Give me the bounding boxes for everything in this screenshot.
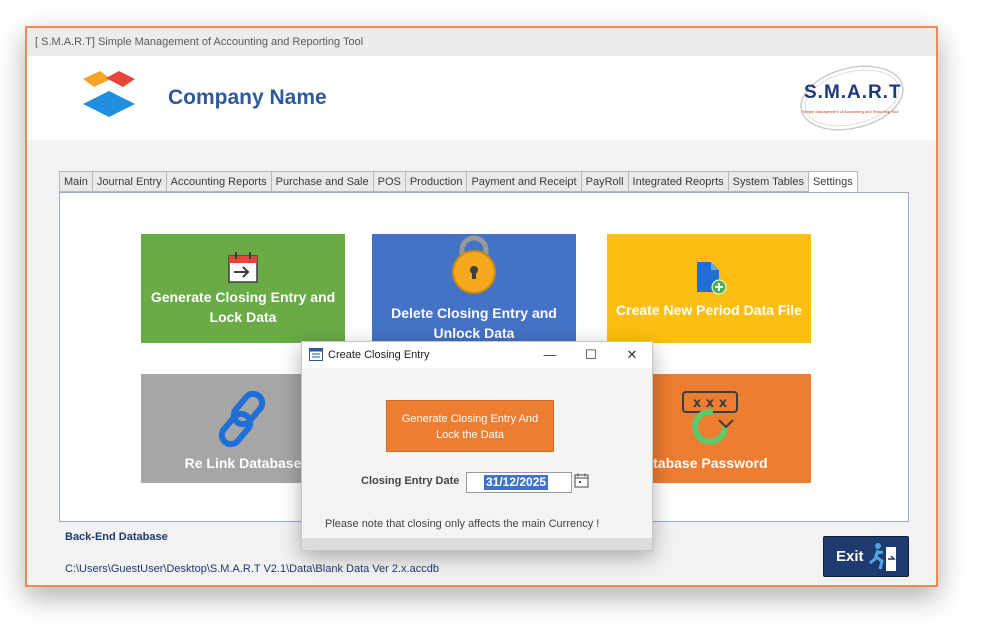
minimize-button[interactable]: — — [536, 344, 564, 366]
company-logo-icon — [83, 71, 135, 117]
tab-payroll[interactable]: PayRoll — [580, 171, 628, 192]
maximize-button[interactable]: ☐ — [577, 344, 605, 366]
generate-closing-entry-button[interactable]: Generate Closing Entry and Lock Data — [141, 234, 345, 343]
tile-label: Create New Period Data File — [616, 302, 802, 318]
date-picker-icon[interactable] — [574, 473, 589, 488]
tab-main[interactable]: Main — [59, 171, 92, 192]
exit-button[interactable]: Exit — [823, 536, 909, 577]
logo-subtext: Simple Management of Accounting and Repo… — [802, 109, 899, 114]
dialog-footer — [302, 538, 652, 550]
running-exit-icon — [869, 543, 896, 571]
tab-payment-and-receipt[interactable]: Payment and Receipt — [466, 171, 581, 192]
tab-bar: Main Journal Entry Accounting Reports Pu… — [59, 171, 858, 193]
button-label-line1: Generate Closing Entry And — [401, 413, 539, 425]
tile-label-line1: Delete Closing Entry and — [391, 305, 557, 321]
closing-date-label: Closing Entry Date — [361, 475, 460, 487]
unlock-padlock-icon — [452, 235, 496, 294]
dialog-title-bar: Create Closing Entry — ☐ ✕ — [302, 342, 652, 368]
closing-date-input[interactable]: 31/12/2025 — [466, 472, 572, 493]
tile-label-line2: Unlock Data — [433, 325, 515, 341]
form-icon — [309, 348, 323, 361]
tab-integrated-reports[interactable]: Integrated Reoprts — [627, 171, 728, 192]
tab-pos[interactable]: POS — [372, 171, 405, 192]
button-label-line2: Lock the Data — [436, 429, 504, 441]
close-button[interactable]: ✕ — [618, 344, 646, 366]
company-name: Company Name — [168, 86, 327, 109]
app-title: [ S.M.A.R.T] Simple Management of Accoun… — [35, 36, 364, 48]
generate-and-lock-button[interactable]: Generate Closing Entry And Lock the Data — [386, 400, 554, 452]
tab-journal-entry[interactable]: Journal Entry — [91, 171, 166, 192]
tile-label-line2: Lock Data — [209, 309, 277, 325]
tab-purchase-and-sale[interactable]: Purchase and Sale — [270, 171, 373, 192]
tab-system-tables[interactable]: System Tables — [727, 171, 808, 192]
document-plus-icon — [697, 262, 727, 295]
closing-date-value: 31/12/2025 — [484, 475, 549, 490]
smart-logo: S.M.A.R.T Simple Management of Accountin… — [796, 62, 908, 138]
header: Company Name S.M.A.R.T Simple Management… — [27, 56, 936, 140]
create-closing-entry-dialog: Create Closing Entry — ☐ ✕ Generate Clos… — [301, 341, 653, 551]
tab-accounting-reports[interactable]: Accounting Reports — [165, 171, 271, 192]
logo-text: S.M.A.R.T — [804, 82, 902, 103]
chain-link-icon — [218, 390, 266, 448]
dialog-title: Create Closing Entry — [328, 349, 430, 361]
tile-label-line1: Generate Closing Entry and — [150, 289, 336, 305]
backend-database-label: Back-End Database — [65, 531, 168, 543]
delete-closing-entry-button[interactable]: Delete Closing Entry and Unlock Data — [372, 234, 576, 343]
title-bar: [ S.M.A.R.T] Simple Management of Accoun… — [27, 28, 936, 56]
create-new-period-button[interactable]: Create New Period Data File — [607, 234, 811, 343]
password-refresh-icon: x x x — [682, 391, 738, 445]
closing-note: Please note that closing only affects th… — [325, 518, 600, 530]
backend-database-path: C:\Users\GuestUser\Desktop\S.M.A.R.T V2.… — [65, 563, 439, 575]
tab-settings[interactable]: Settings — [807, 171, 858, 193]
calendar-arrow-icon — [228, 252, 258, 283]
exit-label: Exit — [836, 548, 864, 565]
tab-production[interactable]: Production — [404, 171, 467, 192]
